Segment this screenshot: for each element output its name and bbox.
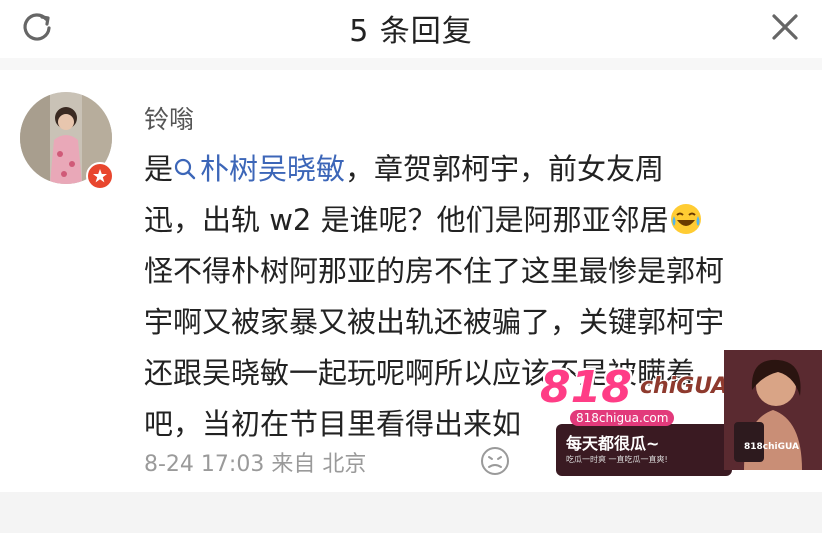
verified-badge-icon bbox=[86, 162, 114, 190]
comment-prefix: 是 bbox=[144, 152, 174, 186]
timestamp: 8-24 17:03 bbox=[144, 452, 265, 477]
comment-line-5: 还跟吴晓敏一起玩呢啊所以应该不是被瞒着 bbox=[144, 356, 696, 390]
comment-line-2-text: 迅，出轨 w2 是谁呢？他们是阿那亚邻居 bbox=[144, 203, 669, 237]
topic-link[interactable]: 朴树吴晓敏 bbox=[173, 152, 345, 186]
search-icon bbox=[174, 158, 196, 180]
reply-header: 5 条回复 bbox=[0, 0, 822, 58]
topic-label: 朴树吴晓敏 bbox=[200, 152, 346, 186]
header-divider bbox=[0, 58, 822, 70]
laugh-cry-emoji-icon bbox=[669, 202, 703, 236]
username[interactable]: 铃嗡 bbox=[144, 100, 194, 136]
from-label: 来自 bbox=[271, 452, 316, 477]
comment-card: 铃嗡 是朴树吴晓敏，章贺郭柯宇，前女友周 迅，出轨 w2 是谁呢？他们是阿那亚邻… bbox=[0, 70, 822, 492]
location: 北京 bbox=[322, 452, 367, 477]
close-icon[interactable] bbox=[766, 8, 804, 46]
page-title: 5 条回复 bbox=[349, 14, 473, 49]
footer-divider bbox=[0, 492, 822, 533]
comment-line-4: 宇啊又被家暴又被出轨还被骗了，关键郭柯宇 bbox=[144, 305, 725, 339]
comment-text: 是朴树吴晓敏，章贺郭柯宇，前女友周 迅，出轨 w2 是谁呢？他们是阿那亚邻居 怪… bbox=[144, 144, 794, 450]
comment-line-1: 是朴树吴晓敏，章贺郭柯宇，前女友周 bbox=[144, 144, 794, 195]
react-emoji-icon[interactable] bbox=[478, 444, 512, 478]
comment-line-6: 吧，当初在节目里看得出来如 bbox=[144, 407, 522, 441]
comment-line-3: 怪不得朴树阿那亚的房不住了这里最惨是郭柯 bbox=[144, 254, 725, 288]
comment-line-1-text: ，章贺郭柯宇，前女友周 bbox=[345, 152, 665, 186]
comment-line-2: 迅，出轨 w2 是谁呢？他们是阿那亚邻居 bbox=[144, 195, 794, 246]
comment-meta: 8-24 17:03 来自 北京 bbox=[144, 446, 366, 478]
